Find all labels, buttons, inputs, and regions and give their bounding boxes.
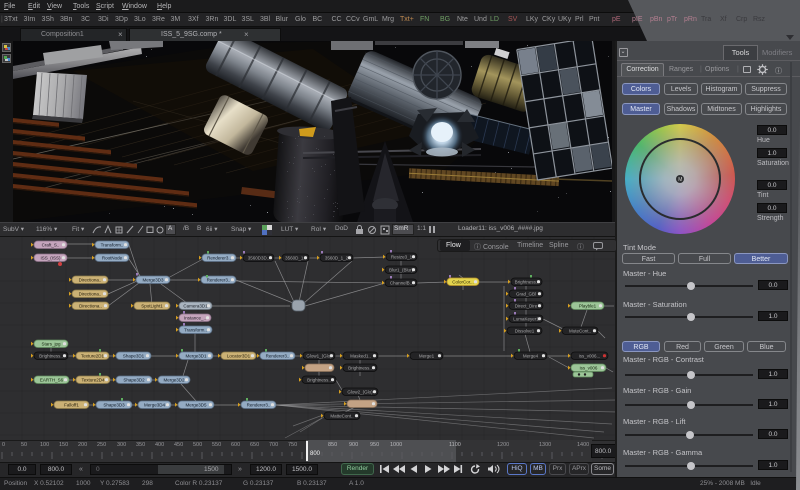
svg-text:Directiona..: Directiona..: [79, 278, 102, 283]
svg-text:Shape3D3: Shape3D3: [103, 403, 125, 408]
svg-text:EARTH_S6: EARTH_S6: [40, 378, 64, 383]
svg-text:SpotLight1: SpotLight1: [141, 304, 163, 309]
svg-text:Blur1_(Blur): Blur1_(Blur): [389, 268, 414, 273]
svg-text:ColorCor...: ColorCor...: [452, 280, 474, 285]
svg-text:Transform..: Transform..: [184, 328, 207, 333]
svg-text:Merge4: Merge4: [523, 354, 539, 359]
svg-text:iss_v006: iss_v006: [580, 366, 598, 371]
svg-text:Direct_Dire: Direct_Dire: [515, 304, 538, 309]
svg-text:Renderer3..: Renderer3..: [266, 354, 290, 359]
svg-text:ISS_(ISS): ISS_(ISS): [40, 256, 61, 261]
svg-text:Directiona..: Directiona..: [79, 292, 102, 297]
svg-text:Renderer3..: Renderer3..: [247, 403, 271, 408]
svg-text:iss_v006...: iss_v006...: [579, 354, 601, 359]
svg-text:Playble1: Playble1: [579, 304, 597, 309]
svg-text:Shape3D2: Shape3D2: [123, 378, 145, 383]
svg-text:Brightness..: Brightness..: [515, 280, 539, 285]
svg-text:Merge1: Merge1: [419, 354, 435, 359]
svg-text:Texture2D4: Texture2D4: [81, 378, 105, 383]
svg-text:Renderer3..: Renderer3..: [207, 256, 231, 261]
svg-text:LumaKeyer1: LumaKeyer1: [513, 317, 539, 322]
svg-text:Renderer3..: Renderer3..: [207, 278, 231, 283]
svg-text:RootNode: RootNode: [102, 256, 123, 261]
svg-text:Merge3D1: Merge3D1: [185, 354, 207, 359]
svg-text:3560D_1_2: 3560D_1_2: [325, 256, 349, 261]
svg-text:3560D3D..: 3560D3D..: [248, 256, 270, 261]
svg-text:MatteCont..: MatteCont..: [330, 414, 353, 419]
svg-text:3560D_1..: 3560D_1..: [285, 256, 306, 261]
svg-text:Shape3D1: Shape3D1: [123, 354, 145, 359]
svg-text:Directiona..: Directiona..: [79, 304, 102, 309]
svg-text:Stars_jpg: Stars_jpg: [41, 342, 61, 347]
svg-text:Craft_S..: Craft_S..: [42, 243, 60, 248]
svg-text:Brightness..: Brightness..: [307, 378, 331, 383]
svg-text:Merge3D4: Merge3D4: [144, 403, 166, 408]
svg-text:Falloff1: Falloff1: [64, 403, 79, 408]
svg-text:MuteCont..: MuteCont..: [569, 329, 591, 334]
svg-text:Transform..: Transform..: [101, 243, 124, 248]
svg-text:Merge3D2: Merge3D2: [163, 378, 185, 383]
svg-text:Brightness..: Brightness..: [39, 354, 63, 359]
svg-text:Resize3_1: Resize3_1: [391, 255, 413, 260]
svg-text:Camera3D1: Camera3D1: [183, 304, 208, 309]
svg-text:Dissolve1: Dissolve1: [515, 329, 535, 334]
svg-text:Brightness..: Brightness..: [348, 366, 372, 371]
svg-text:Merge3D3: Merge3D3: [142, 278, 164, 283]
svg-text:Glow1_(Glo): Glow1_(Glo): [306, 354, 332, 359]
svg-text:Merge3D5: Merge3D5: [185, 403, 207, 408]
svg-text:Grad_GBl: Grad_GBl: [516, 292, 536, 297]
svg-text:Instance_..: Instance_..: [184, 316, 206, 321]
svg-text:Texture2D1: Texture2D1: [81, 354, 105, 359]
svg-text:ChannelB..: ChannelB..: [390, 281, 412, 286]
svg-text:Masked1..: Masked1..: [350, 354, 371, 359]
svg-text:Glow2_(Glo): Glow2_(Glo): [347, 390, 373, 395]
svg-text:Locator3D1: Locator3D1: [227, 354, 251, 359]
